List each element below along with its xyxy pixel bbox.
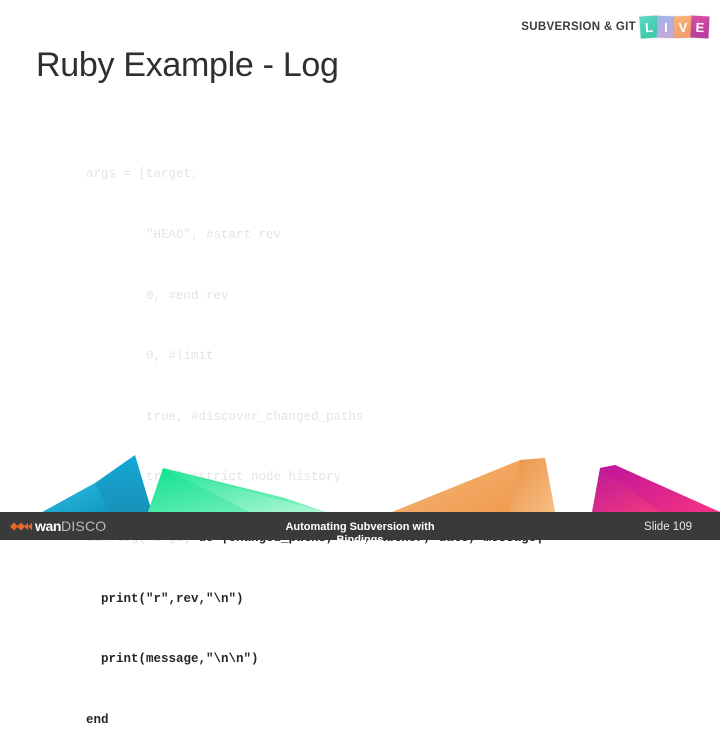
code-line-text: args = [target, [86, 167, 199, 182]
code-line: 0, #limit [86, 346, 544, 366]
footer-deck-title-line1: Automating Subversion with [285, 521, 435, 533]
code-line-text: 0, #limit [86, 349, 214, 364]
code-line-text: "HEAD", #start rev [86, 228, 282, 242]
live-tiles-group: L I V E [639, 15, 710, 39]
code-line: print(message,"\n\n") [86, 649, 544, 669]
code-line: args = [target, [86, 164, 544, 184]
footer-deck-title: Automating Subversion with Bindings [0, 521, 720, 547]
code-line-text: end [86, 712, 109, 727]
code-line: print("r",rev,"\n") [86, 589, 544, 609]
code-line: 0, #end rev [86, 286, 544, 306]
footer-deck-title-line2: Bindings [336, 534, 384, 546]
live-tile-i: I [656, 15, 676, 39]
header-brand-logo: SUBVERSION & GIT L I V E [521, 10, 710, 44]
code-line-text: print(message,"\n\n") [86, 652, 259, 667]
live-tile-e: E [690, 15, 710, 39]
code-line-text: print("r",rev,"\n") [86, 591, 244, 606]
slide-number: Slide 109 [644, 521, 692, 533]
code-line-text: 0, #end rev [86, 288, 229, 303]
code-line: end [86, 710, 544, 730]
code-line: "HEAD", #start rev [86, 225, 544, 245]
brand-text: SUBVERSION & GIT [521, 21, 636, 33]
page-title: Ruby Example - Log [36, 46, 339, 84]
